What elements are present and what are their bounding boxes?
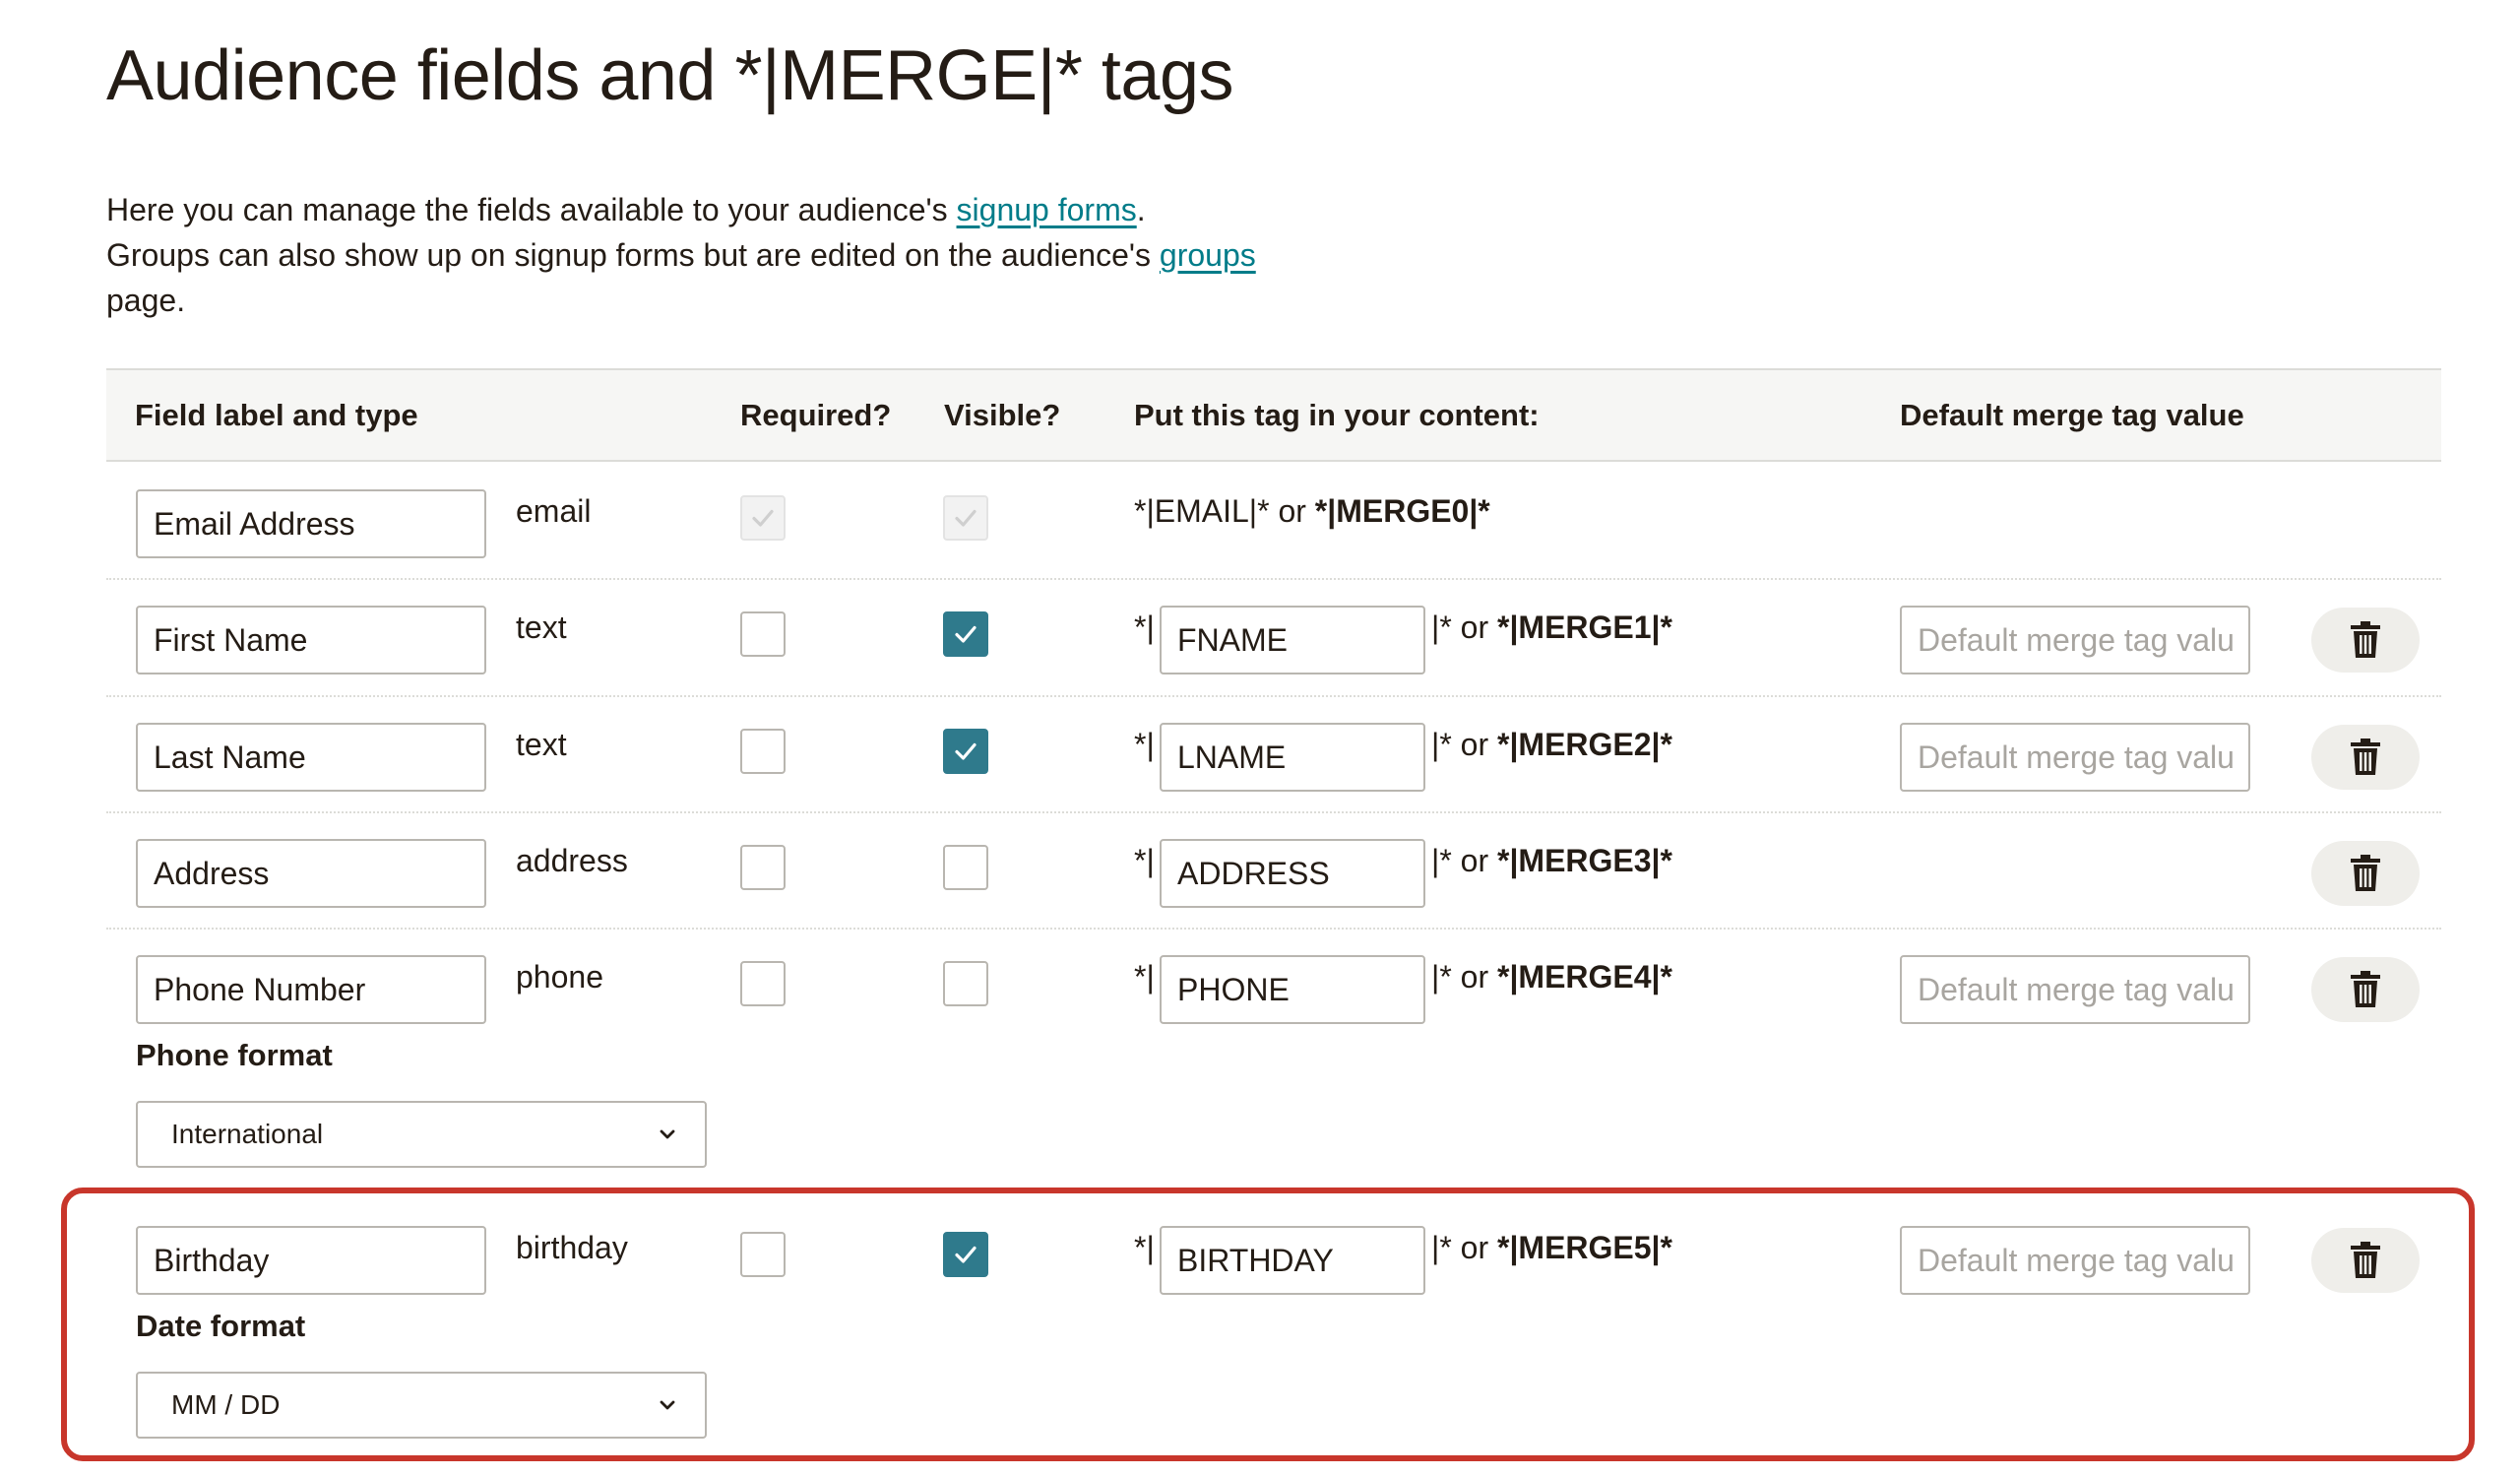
delete-field-button[interactable] (2311, 957, 2420, 1022)
format-label: Phone format (136, 1038, 333, 1072)
field-type-label: text (516, 610, 567, 645)
intro-line1: Here you can manage the fields available… (106, 192, 957, 227)
field-label-input[interactable]: Address (136, 839, 486, 908)
col-visible: Visible? (944, 398, 1061, 432)
table-row: Email Address email *|EMAIL|* or *|MERGE0|… (106, 464, 2441, 580)
delete-field-button[interactable] (2311, 725, 2420, 790)
merge-tag-number: *|MERGE1|* (1497, 610, 1672, 645)
format-select[interactable]: International (136, 1101, 707, 1168)
visible-checkbox[interactable] (943, 961, 988, 1006)
intro-text: Here you can manage the fields available… (106, 187, 1484, 323)
merge-tag-text: *|EMAIL|* or *|MERGE0|* (1134, 493, 1490, 530)
trash-icon (2351, 621, 2380, 658)
required-checkbox (740, 495, 786, 541)
table-row: Address address *| ADDRESS |* or *|MERGE3|* (106, 813, 2441, 930)
merge-tag-or: |* or (1431, 727, 1497, 762)
required-checkbox[interactable] (740, 961, 786, 1006)
intro-line1-suffix: . (1136, 192, 1146, 227)
merge-tag-suffix: |* or *|MERGE4|* (1431, 959, 1672, 995)
signup-forms-link[interactable]: signup forms (957, 192, 1137, 227)
merge-tag-number: *|MERGE2|* (1497, 727, 1672, 762)
default-value-input[interactable]: Default merge tag valu (1900, 955, 2250, 1024)
merge-tag-prefix: *| (1134, 959, 1155, 995)
table-row: First Name text *| FNAME |* or *|MERGE1|* Def… (106, 580, 2441, 697)
default-value-input[interactable]: Default merge tag valu (1900, 723, 2250, 792)
merge-tag-input[interactable]: ADDRESS (1160, 839, 1425, 908)
groups-link[interactable]: groups (1160, 237, 1256, 273)
field-label-input[interactable]: First Name (136, 606, 486, 674)
merge-tag-or: |* or (1431, 610, 1497, 645)
merge-tag-number: *|MERGE3|* (1497, 843, 1672, 878)
intro-line2: Groups can also show up on signup forms … (106, 237, 1160, 273)
merge-tag-input[interactable]: PHONE (1160, 955, 1425, 1024)
field-label-input[interactable]: Last Name (136, 723, 486, 792)
delete-field-button[interactable] (2311, 841, 2420, 906)
merge-tag-or: |* or (1431, 843, 1497, 878)
field-type-label: phone (516, 959, 603, 995)
merge-tag-prefix: *| (1134, 610, 1155, 645)
merge-tag-prefix: *| (1134, 727, 1155, 762)
checkmark-icon (752, 509, 774, 527)
checkmark-icon (955, 742, 976, 760)
field-type-label: address (516, 843, 628, 878)
merge-tag-input[interactable]: FNAME (1160, 606, 1425, 674)
table-row: Last Name text *| LNAME |* or *|MERGE2|* Defa… (106, 697, 2441, 813)
required-checkbox[interactable] (740, 845, 786, 890)
col-merge-tag: Put this tag in your content: (1134, 398, 1540, 432)
col-required: Required? (740, 398, 892, 432)
intro-line3: page. (106, 283, 186, 318)
merge-tag-input[interactable]: LNAME (1160, 723, 1425, 792)
merge-tag-suffix: |* or *|MERGE1|* (1431, 610, 1672, 646)
delete-field-button[interactable] (2311, 608, 2420, 673)
birthday-highlight-box (61, 1188, 2475, 1461)
visible-checkbox (943, 495, 988, 541)
visible-checkbox[interactable] (943, 729, 988, 774)
field-label-input[interactable]: Email Address (136, 489, 486, 558)
page-title: Audience fields and *|MERGE|* tags (106, 36, 1234, 115)
trash-icon (2351, 738, 2380, 775)
table-row: Phone Number phone *| PHONE |* or *|MERGE4|*… (106, 930, 2441, 1195)
merge-tag-prefix: *| (1134, 843, 1155, 878)
merge-tag-suffix: |* or *|MERGE2|* (1431, 727, 1672, 763)
table-header: Field label and type Required? Visible? … (106, 368, 2441, 462)
trash-icon (2351, 855, 2380, 891)
col-field-label: Field label and type (135, 398, 418, 432)
field-type-label: email (516, 493, 592, 529)
checkmark-icon (955, 509, 976, 527)
checkmark-icon (955, 625, 976, 643)
trash-icon (2351, 971, 2380, 1007)
visible-checkbox[interactable] (943, 845, 988, 890)
merge-tag-number: *|MERGE4|* (1497, 959, 1672, 995)
required-checkbox[interactable] (740, 729, 786, 774)
field-type-label: text (516, 727, 567, 762)
visible-checkbox[interactable] (943, 611, 988, 657)
audience-fields-table: Field label and type Required? Visible? … (106, 368, 2441, 462)
merge-tag-email: *|EMAIL|* or (1134, 493, 1315, 529)
field-label-input[interactable]: Phone Number (136, 955, 486, 1024)
merge-tag-or: |* or (1431, 959, 1497, 995)
format-select-value: International (171, 1119, 324, 1149)
required-checkbox[interactable] (740, 611, 786, 657)
col-default-value: Default merge tag value (1900, 398, 2244, 432)
merge-tag-number: *|MERGE0|* (1314, 493, 1490, 529)
default-value-input[interactable]: Default merge tag valu (1900, 606, 2250, 674)
merge-tag-suffix: |* or *|MERGE3|* (1431, 843, 1672, 879)
